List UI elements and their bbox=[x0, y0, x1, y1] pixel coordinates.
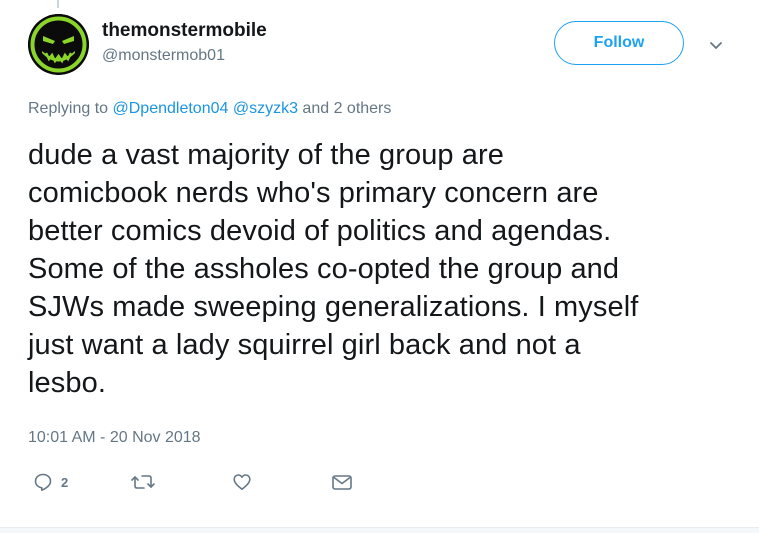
reply-count: 2 bbox=[61, 474, 69, 490]
monster-face-avatar-icon bbox=[28, 14, 89, 75]
retweet-button[interactable] bbox=[131, 469, 155, 495]
mention-link-szyzk3[interactable]: @szyzk3 bbox=[233, 100, 298, 117]
chevron-down-icon[interactable] bbox=[706, 36, 726, 56]
tweet-text: dude a vast majority of the group are co… bbox=[28, 139, 639, 399]
tweet-timestamp[interactable]: 10:01 AM - 20 Nov 2018 bbox=[28, 429, 201, 447]
follow-button[interactable]: Follow bbox=[554, 21, 684, 65]
author-display-name[interactable]: themonstermobile bbox=[102, 20, 267, 42]
replying-to-prefix: Replying to bbox=[28, 100, 113, 117]
replying-to-line: Replying to @Dpendleton04 @szyzk3 and 2 … bbox=[28, 100, 391, 118]
next-section-strip bbox=[0, 528, 759, 533]
avatar[interactable] bbox=[28, 14, 89, 75]
retweet-icon bbox=[131, 472, 155, 492]
direct-message-button[interactable] bbox=[331, 469, 353, 495]
author-handle[interactable]: @monstermob01 bbox=[102, 47, 225, 65]
reply-icon bbox=[33, 472, 53, 492]
like-button[interactable] bbox=[232, 469, 252, 495]
reply-button[interactable]: 2 bbox=[33, 469, 68, 495]
mention-link-dpendleton04[interactable]: @Dpendleton04 bbox=[113, 100, 229, 117]
envelope-icon bbox=[331, 472, 353, 492]
replying-to-suffix[interactable]: and 2 others bbox=[298, 100, 391, 117]
thread-connector-line bbox=[57, 0, 59, 8]
heart-icon bbox=[232, 472, 252, 492]
